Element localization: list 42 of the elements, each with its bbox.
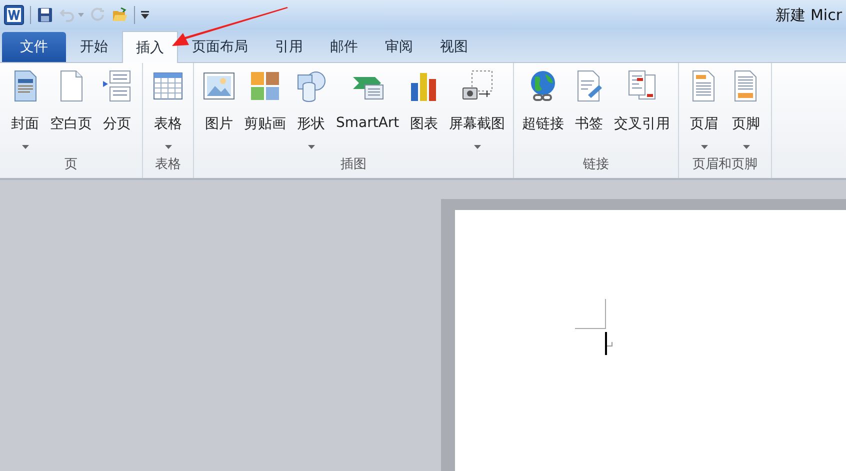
ribbon-button[interactable]: 图表 <box>403 67 446 153</box>
folder-icon[interactable] <box>112 7 128 23</box>
ribbon-button[interactable]: 剪贴画 <box>240 67 290 153</box>
ribbon-button[interactable]: 图片 <box>198 67 240 153</box>
group-label: 页眉和页脚 <box>692 156 758 174</box>
ribbon-button[interactable]: 书签 <box>568 67 610 153</box>
caret-icon <box>700 145 708 149</box>
ribbon-tab[interactable]: 页面布局 <box>179 32 261 62</box>
customize-caret-icon[interactable] <box>141 11 149 19</box>
margin-corner-mark <box>575 299 606 329</box>
window-title: 新建 Micr <box>776 6 842 24</box>
caret-icon <box>22 145 28 149</box>
group-label: 页 <box>64 156 78 174</box>
ribbon-button[interactable]: 交叉引用 <box>610 67 674 153</box>
ribbon-button[interactable]: 表格 <box>147 67 189 153</box>
ribbon-button[interactable]: 封面 <box>4 67 46 153</box>
ribbon-tab[interactable]: 开始 <box>67 32 121 62</box>
group-label: 插图 <box>340 156 367 174</box>
ribbon-button[interactable]: 分页 <box>96 67 138 153</box>
ribbon-button[interactable]: 页脚 <box>725 67 768 153</box>
text-cursor-icon <box>605 332 613 356</box>
ribbon-tab[interactable]: 邮件 <box>317 32 371 62</box>
ribbon-tab[interactable]: 插入 <box>122 31 178 63</box>
ribbon-button[interactable]: 屏幕截图 <box>445 67 510 153</box>
group-label: 链接 <box>583 156 610 174</box>
save-icon[interactable] <box>37 7 53 23</box>
word-logo-icon[interactable] <box>4 5 24 25</box>
group-label: 表格 <box>155 156 181 174</box>
ribbon-tab[interactable]: 视图 <box>427 32 481 62</box>
ribbon-button[interactable]: 空白页 <box>46 67 96 153</box>
ribbon-tab[interactable]: 文件 <box>2 32 66 62</box>
caret-icon <box>742 145 750 149</box>
ribbon-button[interactable]: 形状 <box>290 67 332 153</box>
ribbon-button[interactable]: 超链接 <box>518 67 568 153</box>
ribbon-tab[interactable]: 引用 <box>262 32 316 62</box>
caret-icon <box>164 145 172 149</box>
ribbon-tab[interactable]: 审阅 <box>372 32 426 62</box>
ribbon-button[interactable]: 页眉 <box>683 67 726 153</box>
clip-art-icon <box>248 69 282 103</box>
ribbon-button[interactable]: SmartArt <box>332 67 404 153</box>
caret-icon <box>474 145 481 149</box>
caret-icon <box>308 145 314 149</box>
